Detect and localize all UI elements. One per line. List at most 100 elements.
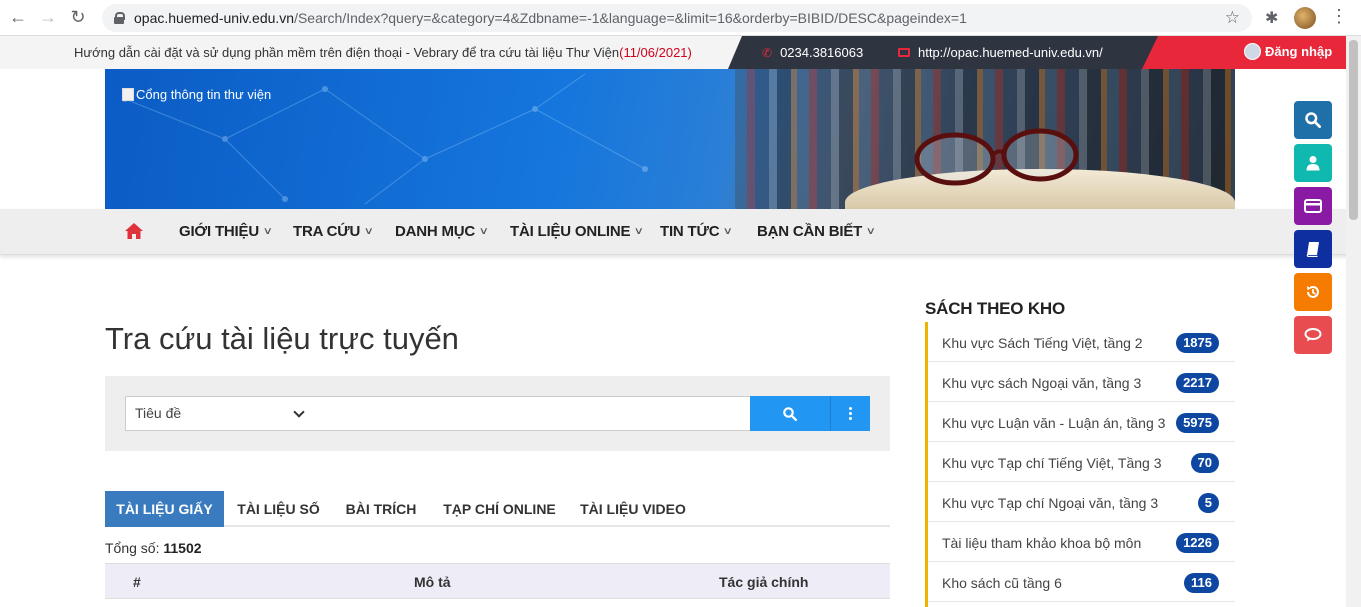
fab-book-button[interactable]	[1294, 230, 1332, 268]
chevron-down-icon: ∨	[262, 226, 273, 237]
lock-icon	[114, 12, 125, 24]
page-scrollbar[interactable]	[1346, 36, 1361, 607]
reload-icon[interactable]: ↻	[66, 6, 90, 30]
count-badge: 2217	[1176, 373, 1219, 393]
user-avatar-icon	[1244, 43, 1261, 60]
results-table-header: # Mô tả Tác giả chính	[105, 563, 890, 599]
profile-avatar[interactable]	[1294, 7, 1316, 29]
column-header-author: Tác giả chính	[719, 574, 809, 590]
search-field-select[interactable]: Tiêu đề	[125, 396, 312, 431]
sidebar-item-label: Khu vực sách Ngoại văn, tầng 3	[942, 375, 1142, 391]
nav-label: TRA CỨU	[293, 223, 361, 240]
nav-danh-muc[interactable]: DANH MỤC ∨	[395, 223, 489, 240]
phone-number: 0234.3816063	[780, 45, 864, 60]
url-host: opac.huemed-univ.edu.vn	[134, 10, 295, 26]
nav-tin-tuc[interactable]: TIN TỨC ∨	[660, 223, 733, 240]
address-bar[interactable]: opac.huemed-univ.edu.vn/Search/Index?que…	[102, 4, 1252, 32]
tab-tap-chi-online[interactable]: TẠP CHÍ ONLINE	[429, 491, 570, 527]
sidebar-list: Khu vực Sách Tiếng Việt, tầng 2 1875 Khu …	[925, 322, 1235, 607]
back-icon[interactable]: ←	[6, 6, 30, 30]
announcement-text: Hướng dẫn cài đặt và sử dụng phần mềm tr…	[74, 45, 620, 60]
fab-history-button[interactable]	[1294, 273, 1332, 311]
user-icon	[1306, 156, 1320, 171]
page-title: Tra cứu tài liệu trực tuyến	[105, 321, 459, 356]
login-label: Đăng nhập	[1265, 44, 1333, 59]
chevron-down-icon: ∨	[478, 226, 489, 237]
nav-tai-lieu-online[interactable]: TÀI LIỆU ONLINE ∨	[510, 223, 644, 240]
sidebar-item[interactable]: Khu vực sách Ngoại văn, tầng 3 2217	[928, 362, 1235, 402]
broken-image-icon	[122, 88, 134, 101]
sidebar-item[interactable]: Khu vực Sách Tiếng Việt, tầng 2 1875	[928, 322, 1235, 362]
sidebar-item[interactable]: Kho sách cũ tầng 6 116	[928, 562, 1235, 602]
phone-icon: ✆	[762, 45, 773, 60]
book-icon	[1306, 242, 1319, 257]
chevron-down-icon: ∨	[363, 226, 374, 237]
logo-alt-text: Cổng thông tin thư viện	[136, 87, 272, 102]
total-label: Tổng số:	[105, 540, 160, 556]
header-banner	[105, 69, 1235, 209]
search-icon	[1305, 112, 1321, 128]
column-header-description: Mô tả	[414, 574, 451, 590]
total-count: Tổng số: 11502	[105, 540, 202, 556]
search-input[interactable]	[311, 396, 751, 431]
sidebar-item-label: Kho sách cũ tầng 6	[942, 575, 1062, 591]
credit-card-icon	[1304, 199, 1322, 213]
phone-contact: ✆ 0234.3816063	[762, 45, 863, 60]
info-bar: Hướng dẫn cài đặt và sử dụng phần mềm tr…	[0, 36, 1361, 69]
chevron-down-icon	[293, 406, 305, 418]
browser-toolbar: ← → ↻ opac.huemed-univ.edu.vn/Search/Ind…	[0, 0, 1361, 36]
extensions-icon[interactable]: ✱	[1265, 8, 1278, 28]
nav-label: TIN TỨC	[660, 223, 720, 240]
total-value: 11502	[163, 540, 202, 556]
sidebar-item[interactable]: Khu vực Tạp chí Tiếng Việt, Tầng 3 70	[928, 442, 1235, 482]
forward-icon[interactable]: →	[36, 6, 60, 30]
count-badge: 1875	[1176, 333, 1219, 353]
nav-label: BẠN CẦN BIẾT	[757, 223, 863, 240]
nav-label: TÀI LIỆU ONLINE	[510, 223, 631, 240]
nav-gioi-thieu[interactable]: GIỚI THIỆU ∨	[179, 223, 273, 240]
search-panel: Tiêu đề	[105, 376, 890, 451]
nav-tra-cuu[interactable]: TRA CỨU ∨	[293, 223, 374, 240]
sidebar-item-label: Tài liệu tham khảo khoa bộ môn	[942, 535, 1142, 551]
count-badge: 5975	[1176, 413, 1219, 433]
column-header-number: #	[133, 574, 141, 590]
fab-chat-button[interactable]	[1294, 316, 1332, 354]
scrollbar-thumb[interactable]	[1349, 40, 1358, 220]
tab-bai-trich[interactable]: BÀI TRÍCH	[333, 491, 429, 527]
main-nav: GIỚI THIỆU ∨ TRA CỨU ∨ DANH MỤC ∨ TÀI LIỆU …	[0, 209, 1361, 255]
more-vertical-icon	[849, 407, 852, 420]
search-button[interactable]	[750, 396, 830, 431]
count-badge: 116	[1184, 573, 1219, 593]
browser-menu-icon[interactable]: ⋮	[1330, 6, 1348, 27]
nav-label: DANH MỤC	[395, 223, 476, 240]
chevron-down-icon: ∨	[865, 226, 876, 237]
fab-search-button[interactable]	[1294, 101, 1332, 139]
portal-logo[interactable]: Cổng thông tin thư viện	[122, 87, 271, 102]
tab-tai-lieu-video[interactable]: TÀI LIỆU VIDEO	[570, 491, 696, 527]
monitor-icon	[898, 48, 910, 57]
fab-user-button[interactable]	[1294, 144, 1332, 182]
nav-ban-can-biet[interactable]: BẠN CẦN BIẾT ∨	[757, 223, 876, 240]
tab-tai-lieu-so[interactable]: TÀI LIỆU SỐ	[224, 491, 333, 527]
website-url: http://opac.huemed-univ.edu.vn/	[918, 45, 1103, 60]
sidebar-item-label: Khu vực Luận văn - Luận án, tầng 3	[942, 415, 1166, 431]
announcement-marquee[interactable]: Hướng dẫn cài đặt và sử dụng phần mềm tr…	[74, 45, 734, 60]
tab-tai-lieu-giay[interactable]: TÀI LIỆU GIẤY	[105, 491, 224, 527]
nav-label: GIỚI THIỆU	[179, 223, 259, 240]
count-badge: 1226	[1176, 533, 1219, 553]
url-path: /Search/Index?query=&category=4&Zdbname=…	[294, 10, 967, 26]
chevron-down-icon: ∨	[633, 226, 644, 237]
chat-icon	[1304, 328, 1322, 342]
document-tabs: TÀI LIỆU GIẤY TÀI LIỆU SỐ BÀI TRÍCH TẠP …	[105, 491, 890, 527]
sidebar-item[interactable]: Khu vực Luận văn - Luận án, tầng 3 5975	[928, 402, 1235, 442]
home-icon[interactable]	[124, 222, 144, 240]
sidebar-item[interactable]: Khu vực Tạp chí Ngoại văn, tầng 3 5	[928, 482, 1235, 522]
website-contact[interactable]: http://opac.huemed-univ.edu.vn/	[898, 45, 1103, 60]
bookmark-star-icon[interactable]: ☆	[1225, 8, 1240, 28]
login-link[interactable]: Đăng nhập	[1244, 43, 1332, 60]
sidebar-item[interactable]: Tài liệu tham khảo khoa bộ môn 1226	[928, 522, 1235, 562]
fab-card-button[interactable]	[1294, 187, 1332, 225]
sidebar-item-label: Khu vực Sách Tiếng Việt, tầng 2	[942, 335, 1143, 351]
advanced-search-button[interactable]	[830, 396, 870, 431]
chevron-down-icon: ∨	[722, 226, 733, 237]
